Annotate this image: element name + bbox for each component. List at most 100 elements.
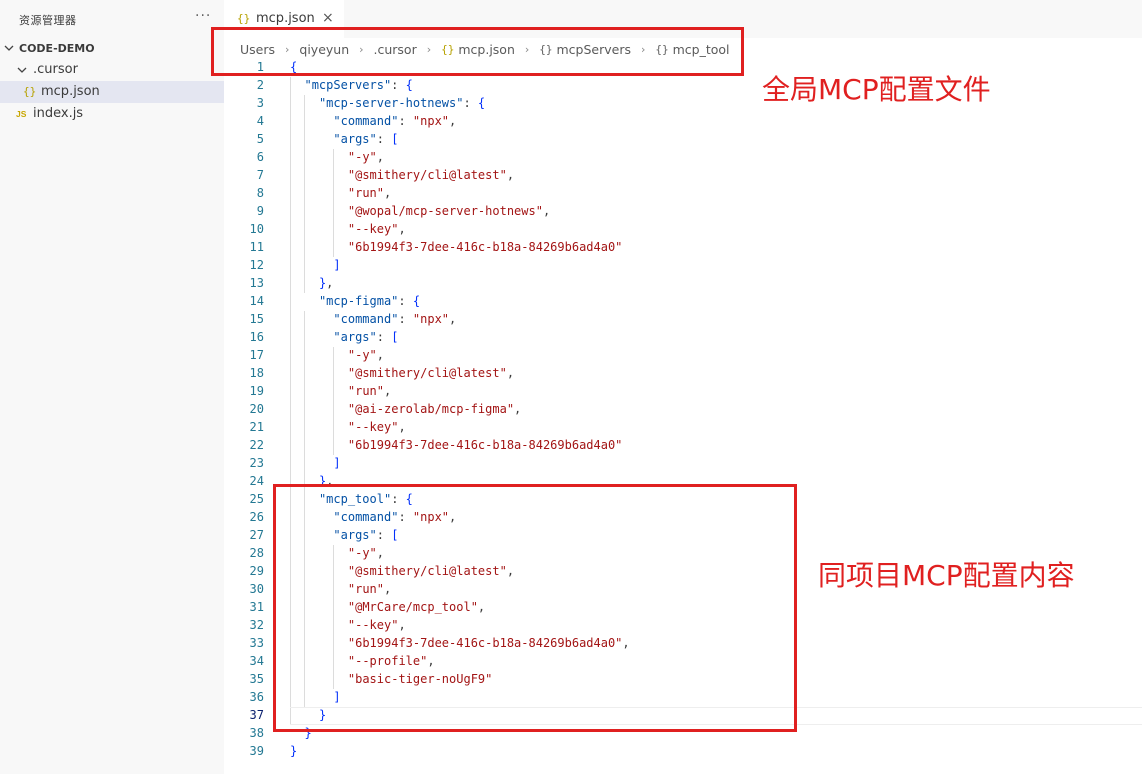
line-number: 28 (249, 546, 264, 560)
json-icon: {} (23, 85, 37, 98)
code-line[interactable]: 22 "6b1994f3-7dee-416c-b18a-84269b6ad4a0… (224, 437, 1142, 455)
code-text: "-y", (347, 150, 385, 164)
line-number: 8 (256, 186, 264, 200)
line-number: 25 (249, 492, 264, 506)
code-line[interactable]: 14 "mcp-figma": { (224, 293, 1142, 311)
tab-label: mcp.json (256, 11, 315, 26)
code-text: "@smithery/cli@latest", (347, 366, 515, 380)
line-number: 16 (249, 330, 264, 344)
line-number: 31 (249, 600, 264, 614)
code-text: "6b1994f3-7dee-416c-b18a-84269b6ad4a0" (347, 438, 623, 452)
code-text: "@ai-zerolab/mcp-figma", (347, 402, 522, 416)
line-number: 37 (249, 708, 264, 722)
file-name: index.js (33, 106, 84, 121)
code-text: ] (333, 456, 341, 470)
highlight-box-breadcrumb (211, 27, 744, 76)
code-text: } (290, 744, 298, 758)
line-number: 15 (249, 312, 264, 326)
code-line[interactable]: 12 ] (224, 257, 1142, 275)
more-actions-icon[interactable]: ··· (195, 8, 211, 24)
line-number: 18 (249, 366, 264, 380)
code-line[interactable]: 19 "run", (224, 383, 1142, 401)
line-number: 4 (256, 114, 264, 128)
code-line[interactable]: 23 ] (224, 455, 1142, 473)
code-text: "command": "npx", (333, 312, 457, 326)
code-line[interactable]: 2 "mcpServers": { (224, 77, 1142, 95)
line-number: 29 (249, 564, 264, 578)
code-line[interactable]: 8 "run", (224, 185, 1142, 203)
line-number: 3 (256, 96, 264, 110)
code-line[interactable]: 4 "command": "npx", (224, 113, 1142, 131)
explorer-sidebar: 资源管理器 ··· CODE-DEMO .cursor {} mcp.json … (0, 0, 224, 774)
code-text: "--key", (347, 420, 406, 434)
code-line[interactable]: 20 "@ai-zerolab/mcp-figma", (224, 401, 1142, 419)
file-mcp-json[interactable]: {} mcp.json (0, 81, 224, 103)
line-number: 30 (249, 582, 264, 596)
line-number: 12 (249, 258, 264, 272)
code-line[interactable]: 9 "@wopal/mcp-server-hotnews", (224, 203, 1142, 221)
folder-name: .cursor (33, 62, 78, 77)
code-text: "args": [ (333, 132, 399, 146)
line-number: 27 (249, 528, 264, 542)
code-line[interactable]: 11 "6b1994f3-7dee-416c-b18a-84269b6ad4a0… (224, 239, 1142, 257)
code-line[interactable]: 15 "command": "npx", (224, 311, 1142, 329)
line-number: 11 (249, 240, 264, 254)
code-line[interactable]: 16 "args": [ (224, 329, 1142, 347)
line-number: 23 (249, 456, 264, 470)
highlight-box-mcp-tool (273, 484, 797, 732)
js-icon: JS (16, 109, 27, 119)
annotation-global: 全局MCP配置文件 (762, 73, 991, 106)
line-number: 22 (249, 438, 264, 452)
code-text: "-y", (347, 348, 385, 362)
line-number: 39 (249, 744, 264, 758)
annotation-project: 同项目MCP配置内容 (818, 559, 1075, 592)
line-number: 2 (256, 78, 264, 92)
code-text: "mcp-figma": { (318, 294, 421, 308)
line-number: 20 (249, 402, 264, 416)
line-number: 5 (256, 132, 264, 146)
code-text: ] (333, 258, 341, 272)
line-number: 7 (256, 168, 264, 182)
code-line[interactable]: 3 "mcp-server-hotnews": { (224, 95, 1142, 113)
line-number: 14 (249, 294, 264, 308)
file-name: mcp.json (41, 84, 100, 99)
code-line[interactable]: 7 "@smithery/cli@latest", (224, 167, 1142, 185)
code-line[interactable]: 5 "args": [ (224, 131, 1142, 149)
code-line[interactable]: 39} (224, 743, 1142, 761)
project-root[interactable]: CODE-DEMO (0, 37, 224, 59)
code-text: "@wopal/mcp-server-hotnews", (347, 204, 551, 218)
line-number: 19 (249, 384, 264, 398)
chevron-down-icon (17, 67, 27, 73)
line-number: 34 (249, 654, 264, 668)
code-line[interactable]: 6 "-y", (224, 149, 1142, 167)
line-number: 9 (256, 204, 264, 218)
line-number: 21 (249, 420, 264, 434)
folder-cursor[interactable]: .cursor (0, 59, 224, 81)
json-icon: {} (237, 12, 251, 25)
line-number: 38 (249, 726, 264, 740)
line-number: 17 (249, 348, 264, 362)
close-icon[interactable]: × (322, 10, 334, 26)
line-number: 36 (249, 690, 264, 704)
code-text: "--key", (347, 222, 406, 236)
line-number: 35 (249, 672, 264, 686)
explorer-title: 资源管理器 (19, 14, 77, 27)
code-line[interactable]: 21 "--key", (224, 419, 1142, 437)
code-line[interactable]: 18 "@smithery/cli@latest", (224, 365, 1142, 383)
line-number: 24 (249, 474, 264, 488)
code-text: "mcp-server-hotnews": { (318, 96, 486, 110)
line-number: 10 (249, 222, 264, 236)
code-text: "args": [ (333, 330, 399, 344)
code-text: "run", (347, 384, 392, 398)
code-text: }, (318, 276, 334, 290)
code-line[interactable]: 10 "--key", (224, 221, 1142, 239)
code-line[interactable]: 13 }, (224, 275, 1142, 293)
chevron-down-icon (4, 45, 14, 51)
code-text: "mcpServers": { (304, 78, 413, 92)
code-text: "6b1994f3-7dee-416c-b18a-84269b6ad4a0" (347, 240, 623, 254)
line-number: 33 (249, 636, 264, 650)
project-name: CODE-DEMO (19, 42, 95, 55)
code-line[interactable]: 17 "-y", (224, 347, 1142, 365)
line-number: 26 (249, 510, 264, 524)
file-index-js[interactable]: JS index.js (0, 103, 224, 125)
